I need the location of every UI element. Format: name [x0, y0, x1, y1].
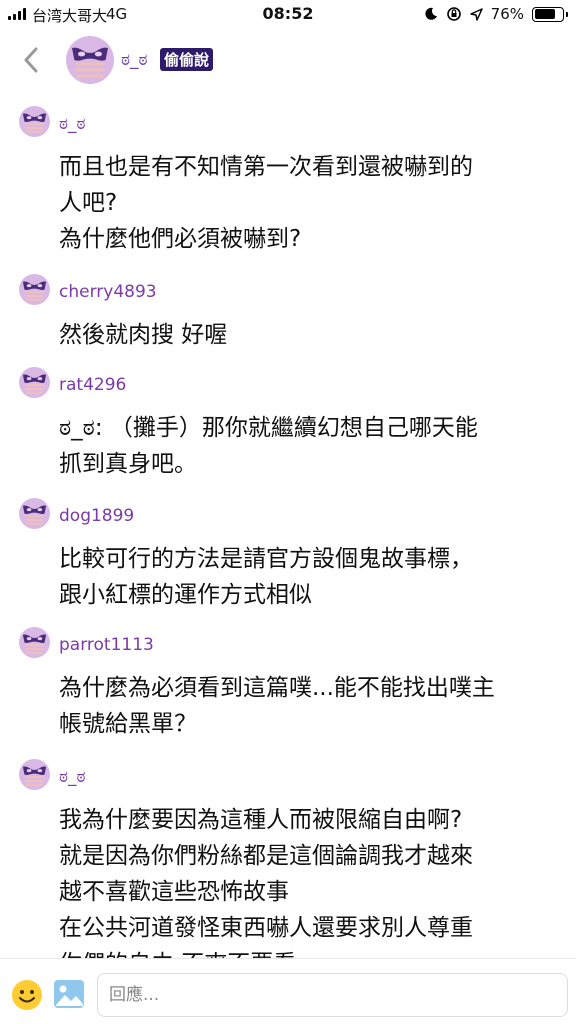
emoji-button[interactable] — [11, 979, 43, 1011]
comment-username[interactable]: cherry4893 — [59, 282, 157, 302]
comment-username[interactable]: ಠ_ಠ — [59, 114, 86, 134]
battery-icon — [532, 6, 568, 22]
avatar[interactable] — [19, 106, 50, 137]
comment-text: 我為什麼要因為這種人而被限縮自由啊? 就是因為你們粉絲都是這個論調我才越來 越不… — [59, 807, 473, 958]
avatar[interactable] — [19, 274, 50, 305]
status-icons: 76% — [424, 5, 568, 23]
comment-username[interactable]: rat4296 — [59, 375, 126, 395]
comment-text: 然後就肉搜 好喔 — [59, 322, 228, 348]
avatar[interactable] — [19, 759, 50, 790]
moon-icon — [425, 7, 437, 20]
battery-percent: 76% — [490, 5, 524, 23]
comment-username[interactable]: dog1899 — [59, 506, 134, 526]
comment-username[interactable]: parrot1113 — [59, 635, 154, 655]
avatar[interactable] — [19, 367, 50, 398]
reply-bar — [0, 958, 576, 1024]
chevron-left-icon — [24, 47, 38, 73]
comment-text: 為什麼為必須看到這篇噗...能不能找出噗主 帳號給黑單？ — [59, 675, 495, 737]
comment-username[interactable]: ಠ_ಠ — [59, 767, 86, 787]
back-button[interactable] — [14, 42, 48, 78]
anonymous-badge: 偷偷說 — [160, 48, 214, 71]
location-icon — [469, 7, 483, 21]
image-button[interactable] — [53, 979, 85, 1009]
rotation-lock-icon — [446, 7, 461, 21]
comment-text: 比較可行的方法是請官方設個鬼故事標， 跟小紅標的運作方式相似 — [59, 546, 473, 608]
reply-input[interactable] — [97, 973, 568, 1017]
avatar[interactable] — [19, 627, 50, 658]
header-username: ಠ_ಠ — [121, 50, 148, 70]
comment-text: ಠ_ಠ: （攤手）那你就繼續幻想自己哪天能 抓到真身吧。 — [59, 415, 478, 477]
comment-text: 而且也是有不知情第一次看到還被嚇到的 人吧? 為什麼他們必須被嚇到? — [59, 154, 473, 252]
avatar[interactable] — [66, 36, 114, 84]
header: ಠ_ಠ 偷偷說 — [0, 30, 576, 94]
status-bar: 台湾大哥大 4G 08:52 76% — [0, 0, 576, 30]
avatar[interactable] — [19, 498, 50, 529]
comment-list: ಠ_ಠ 而且也是有不知情第一次看到還被嚇到的 人吧? 為什麼他們必須被嚇到? c… — [0, 106, 576, 958]
